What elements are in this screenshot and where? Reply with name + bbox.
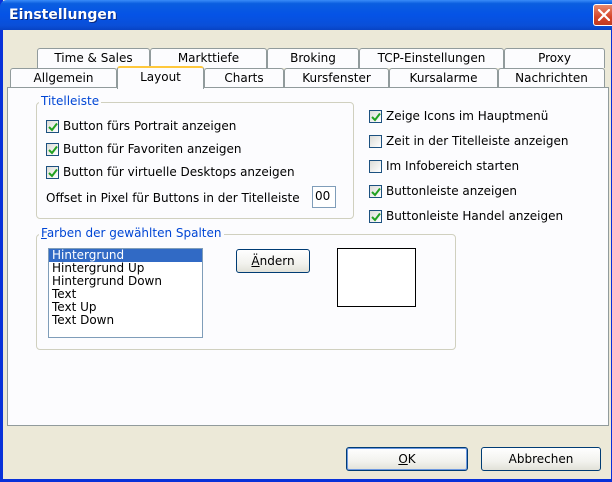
option-portrait-button[interactable]: Button fürs Portrait anzeigen: [46, 118, 236, 134]
check-icon: [371, 187, 381, 197]
option-time-in-titlebar[interactable]: Zeit in der Titelleiste anzeigen: [369, 133, 568, 149]
check-icon: [371, 112, 381, 122]
cancel-label: Abbrechen: [508, 452, 574, 466]
option-icons-main-menu[interactable]: Zeige Icons im Hauptmenü: [369, 108, 548, 124]
tab-layout[interactable]: Layout: [117, 66, 204, 89]
cancel-button[interactable]: Abbrechen: [481, 447, 601, 471]
layout-tab-panel: Titelleiste Button fürs Portrait anzeige…: [7, 87, 609, 426]
tab-label: Kursfenster: [302, 71, 371, 85]
tab-label: Charts: [224, 71, 264, 85]
tab-time-sales[interactable]: Time & Sales: [37, 48, 150, 68]
checkbox[interactable]: [369, 209, 382, 223]
change-color-button[interactable]: Ändern: [236, 249, 310, 273]
change-label: ndern: [259, 254, 295, 268]
tab-tcp-einstellungen[interactable]: TCP-Einstellungen: [359, 48, 504, 68]
tab-kursfenster[interactable]: Kursfenster: [284, 68, 389, 88]
option-label: Buttonleiste anzeigen: [386, 184, 517, 198]
checkbox[interactable]: [46, 119, 59, 133]
ok-accesskey: O: [398, 452, 408, 466]
titlebar-legend: Titelleiste: [39, 94, 102, 108]
close-button[interactable]: [593, 4, 612, 26]
ok-button[interactable]: OK: [346, 447, 468, 471]
option-start-in-tray[interactable]: Im Infobereich starten: [369, 158, 519, 174]
tab-label: Allgemein: [33, 71, 94, 85]
option-favorites-button[interactable]: Button für Favoriten anzeigen: [46, 141, 242, 157]
close-icon: [598, 9, 610, 21]
tab-label: TCP-Einstellungen: [377, 51, 486, 65]
option-show-buttonbar[interactable]: Buttonleiste anzeigen: [369, 183, 517, 199]
check-icon: [48, 168, 58, 178]
offset-input[interactable]: 00: [312, 186, 336, 208]
checkbox[interactable]: [46, 165, 59, 179]
change-accesskey: Ä: [251, 254, 260, 268]
check-icon: [371, 212, 381, 222]
tab-allgemein[interactable]: Allgemein: [10, 68, 117, 88]
option-show-trading-buttonbar[interactable]: Buttonleiste Handel anzeigen: [369, 208, 563, 224]
tab-nachrichten[interactable]: Nachrichten: [498, 68, 605, 88]
title-bar[interactable]: Einstellungen: [0, 0, 612, 30]
option-label: Button fürs Portrait anzeigen: [63, 119, 237, 133]
color-preview-swatch: [337, 248, 416, 307]
tab-label: Time & Sales: [54, 51, 133, 65]
ok-label: K: [407, 452, 416, 466]
option-label: Button für Favoriten anzeigen: [63, 142, 242, 156]
tab-charts[interactable]: Charts: [204, 68, 284, 88]
option-label: Im Infobereich starten: [386, 159, 520, 173]
tab-kursalarme[interactable]: Kursalarme: [389, 68, 498, 88]
checkbox[interactable]: [369, 159, 382, 173]
check-icon: [48, 122, 58, 132]
checkbox[interactable]: [369, 109, 382, 123]
tab-label: Kursalarme: [409, 71, 478, 85]
list-item[interactable]: Text Down: [49, 314, 202, 327]
tab-label: Proxy: [538, 51, 571, 65]
option-label: Zeige Icons im Hauptmenü: [386, 109, 549, 123]
option-virtual-desktops-button[interactable]: Button für virtuelle Desktops anzeigen: [46, 164, 295, 180]
window-title: Einstellungen: [9, 7, 117, 23]
checkbox[interactable]: [369, 184, 382, 198]
tab-label: Markttiefe: [177, 51, 240, 65]
colors-legend: Farben der gewählten Spalten: [39, 226, 224, 240]
tab-label: Broking: [290, 51, 336, 65]
check-icon: [48, 145, 58, 155]
option-label: Button für virtuelle Desktops anzeigen: [63, 165, 295, 179]
checkbox[interactable]: [46, 142, 59, 156]
column-color-list[interactable]: Hintergrund Hintergrund Up Hintergrund D…: [48, 248, 203, 338]
tab-broking[interactable]: Broking: [267, 48, 359, 68]
colors-legend-text: arben der gewählten Spalten: [46, 226, 222, 240]
tab-markttiefe[interactable]: Markttiefe: [150, 48, 267, 68]
option-label: Buttonleiste Handel anzeigen: [386, 209, 564, 223]
tab-proxy[interactable]: Proxy: [504, 48, 605, 68]
tab-label: Nachrichten: [515, 71, 588, 85]
option-label: Zeit in der Titelleiste anzeigen: [386, 134, 569, 148]
tab-label: Layout: [140, 70, 181, 84]
offset-label: Offset in Pixel für Buttons in der Titel…: [46, 191, 300, 205]
checkbox[interactable]: [369, 134, 382, 148]
